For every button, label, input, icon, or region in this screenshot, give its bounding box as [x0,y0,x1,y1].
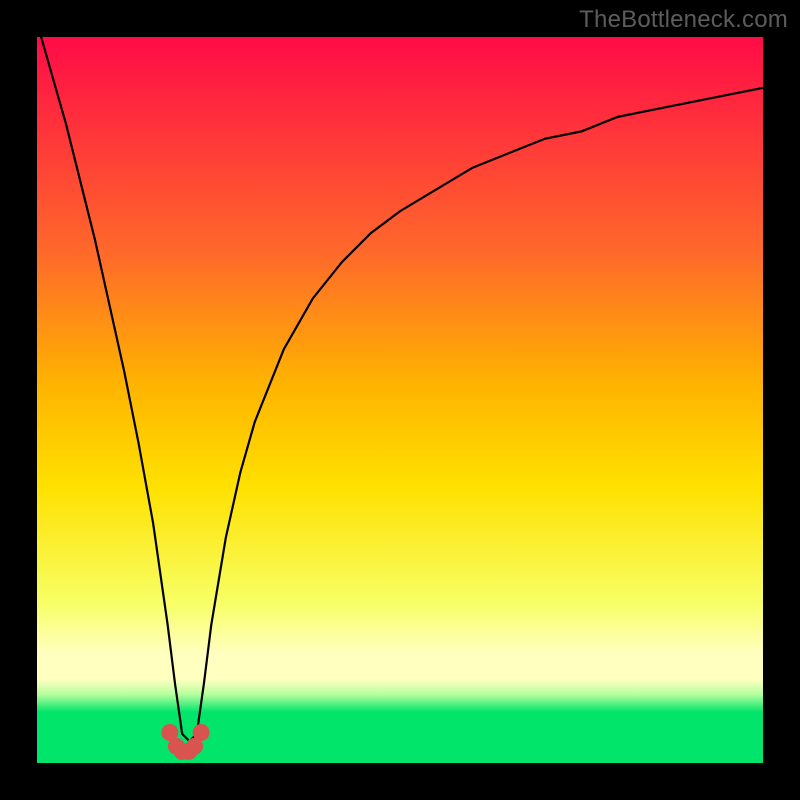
gradient-background [37,37,763,763]
chart-frame: TheBottleneck.com [0,0,800,800]
valley-marker [193,724,210,741]
chart-svg [37,37,763,763]
watermark-text: TheBottleneck.com [579,6,788,34]
plot-area [37,37,763,763]
